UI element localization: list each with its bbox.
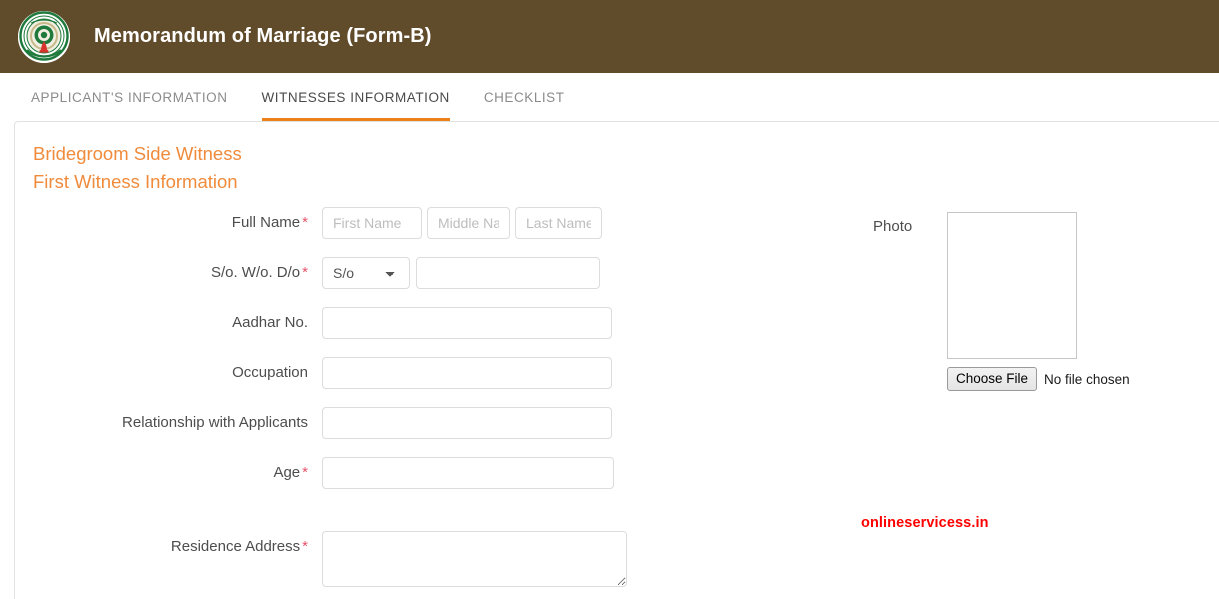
- field-row-full-name: Full Name *: [15, 207, 675, 239]
- choose-file-button[interactable]: Choose File: [947, 367, 1038, 391]
- label-occupation: Occupation: [15, 357, 322, 389]
- relation-name-input[interactable]: [416, 257, 600, 289]
- required-marker: *: [302, 264, 308, 281]
- field-row-age: Age *: [15, 457, 675, 489]
- field-row-relationship: Relationship with Applicants: [15, 407, 675, 439]
- label-relationship: Relationship with Applicants: [15, 407, 322, 439]
- label-aadhar: Aadhar No.: [15, 307, 322, 339]
- section-heading-line2: First Witness Information: [33, 171, 238, 192]
- label-full-name: Full Name *: [15, 207, 322, 239]
- tab-checklist[interactable]: CHECKLIST: [484, 90, 565, 121]
- label-occupation-text: Occupation: [232, 364, 308, 381]
- file-chosen-status: No file chosen: [1044, 371, 1130, 387]
- required-marker: *: [302, 538, 308, 555]
- photo-preview-box: [947, 212, 1077, 359]
- relation-inputs: S/o: [322, 257, 600, 289]
- photo-stack: Choose File No file chosen: [939, 212, 1130, 391]
- aadhar-number-input[interactable]: [322, 307, 612, 339]
- form-fields-column: Full Name* S/o. W/o. D/o* S/o Aadhar No.: [15, 207, 675, 587]
- witness-form-panel: Bridegroom Side Witness First Witness In…: [14, 121, 1219, 599]
- label-residence-address: Residence Address *: [15, 531, 322, 560]
- label-relation-text: S/o. W/o. D/o: [210, 264, 301, 281]
- label-residence-address-text: Residence Address: [170, 538, 301, 555]
- age-input[interactable]: [322, 457, 614, 489]
- label-age: Age *: [15, 457, 322, 489]
- full-name-inputs: [322, 207, 602, 239]
- site-watermark: onlineservicess.in: [861, 515, 989, 531]
- relation-type-select[interactable]: S/o: [322, 257, 410, 289]
- label-relation: S/o. W/o. D/o *: [15, 257, 322, 289]
- photo-upload-group: Photo Choose File No file chosen: [873, 212, 1219, 391]
- last-name-input[interactable]: [515, 207, 602, 239]
- label-full-name-text: Full Name: [231, 214, 301, 231]
- field-row-relation: S/o. W/o. D/o * S/o: [15, 257, 675, 289]
- first-name-input[interactable]: [322, 207, 422, 239]
- occupation-input[interactable]: [322, 357, 612, 389]
- field-row-aadhar: Aadhar No.: [15, 307, 675, 339]
- app-header: Memorandum of Marriage (Form-B): [0, 0, 1219, 73]
- form-area: Full Name* S/o. W/o. D/o* S/o Aadhar No.: [15, 195, 1219, 587]
- andhra-pradesh-state-emblem-icon: [18, 10, 70, 63]
- tab-witnesses-information[interactable]: WITNESSES INFORMATION: [261, 90, 450, 121]
- tab-applicants-information[interactable]: APPLICANT'S INFORMATION: [31, 90, 228, 121]
- file-input-control[interactable]: Choose File No file chosen: [947, 367, 1130, 391]
- field-row-residence-address: Residence Address *: [15, 531, 675, 587]
- relationship-with-applicants-input[interactable]: [322, 407, 612, 439]
- tab-bar: APPLICANT'S INFORMATION WITNESSES INFORM…: [0, 73, 1219, 121]
- label-photo: Photo: [873, 218, 913, 235]
- required-marker: *: [302, 464, 308, 481]
- label-aadhar-text: Aadhar No.: [232, 314, 308, 331]
- page-title: Memorandum of Marriage (Form-B): [94, 25, 432, 47]
- label-relationship-text: Relationship with Applicants: [122, 414, 308, 431]
- section-heading-line1: Bridegroom Side Witness: [33, 143, 242, 164]
- required-marker: *: [302, 214, 308, 231]
- residence-address-textarea[interactable]: [322, 531, 627, 587]
- middle-name-input[interactable]: [427, 207, 510, 239]
- label-age-text: Age: [273, 464, 301, 481]
- field-row-occupation: Occupation: [15, 357, 675, 389]
- section-heading: Bridegroom Side Witness First Witness In…: [15, 122, 1219, 195]
